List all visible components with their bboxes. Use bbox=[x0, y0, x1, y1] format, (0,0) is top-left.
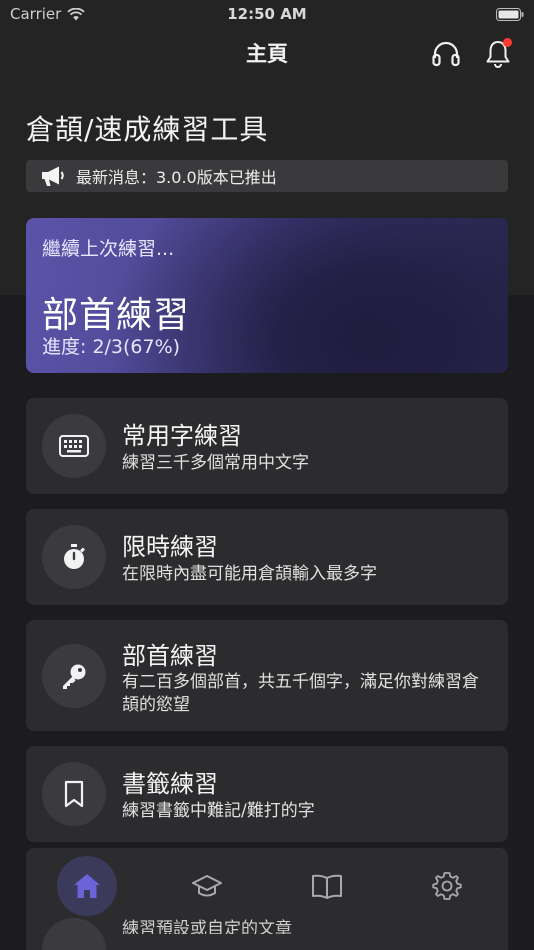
menu-item-bookmark-practice[interactable]: 書籤練習 練習書籤中難記/難打的字 bbox=[26, 746, 508, 842]
key-icon bbox=[63, 664, 86, 689]
menu-icon-circle bbox=[42, 644, 106, 708]
menu-icon-circle bbox=[42, 525, 106, 589]
battery-icon bbox=[496, 7, 524, 25]
menu-item-desc: 在限時內盡可能用倉頡輸入最多字 bbox=[122, 564, 377, 584]
megaphone-icon bbox=[42, 166, 64, 186]
tab-library[interactable] bbox=[297, 856, 357, 916]
menu-item-title: 常用字練習 bbox=[122, 422, 242, 450]
menu-item-common-characters[interactable]: 常用字練習 練習三千多個常用中文字 bbox=[26, 398, 508, 494]
menu-item-desc: 有二百多個部首，共五千個字，滿足你對練習倉頡的慾望 bbox=[122, 672, 479, 715]
notifications-button[interactable] bbox=[482, 38, 514, 70]
bookmark-icon bbox=[64, 780, 84, 808]
notification-badge bbox=[503, 38, 512, 47]
tab-settings[interactable] bbox=[417, 856, 477, 916]
menu-item-title: 書籤練習 bbox=[122, 770, 218, 798]
status-bar: Carrier 12:50 AM bbox=[0, 0, 534, 28]
continue-progress: 進度: 2/3(67%) bbox=[42, 336, 181, 358]
continue-title: 部首練習 bbox=[42, 295, 191, 336]
menu-item-desc: 練習三千多個常用中文字 bbox=[122, 453, 309, 473]
page-title: 倉頡/速成練習工具 bbox=[26, 113, 269, 146]
headphones-button[interactable] bbox=[430, 38, 462, 70]
tab-home[interactable] bbox=[57, 856, 117, 916]
menu-item-radical-practice[interactable]: 部首練習 有二百多個部首，共五千個字，滿足你對練習倉頡的慾望 bbox=[26, 620, 508, 731]
continue-practice-card[interactable]: 繼續上次練習... 部首練習 進度: 2/3(67%) bbox=[26, 218, 508, 373]
tab-learn[interactable] bbox=[177, 856, 237, 916]
book-icon bbox=[312, 874, 342, 899]
menu-item-title: 部首練習 bbox=[122, 642, 218, 670]
keyboard-icon bbox=[59, 435, 89, 457]
menu-icon-circle bbox=[42, 918, 106, 950]
tab-bar: 練習預設或自定的文章 bbox=[26, 848, 508, 950]
stopwatch-icon bbox=[64, 544, 85, 569]
home-icon bbox=[74, 874, 100, 898]
menu-icon-circle bbox=[42, 762, 106, 826]
menu-item-desc: 練習書籤中難記/難打的字 bbox=[122, 801, 315, 821]
menu-item-title: 限時練習 bbox=[122, 533, 218, 561]
continue-label: 繼續上次練習... bbox=[42, 238, 175, 260]
peek-item-desc: 練習預設或自定的文章 bbox=[122, 919, 292, 934]
menu-icon-circle bbox=[42, 414, 106, 478]
news-banner[interactable]: 最新消息：3.0.0版本已推出 bbox=[26, 160, 508, 192]
menu-item-timed-practice[interactable]: 限時練習 在限時內盡可能用倉頡輸入最多字 bbox=[26, 509, 508, 605]
gear-icon bbox=[432, 872, 462, 900]
status-time: 12:50 AM bbox=[227, 5, 307, 23]
headphones-icon bbox=[432, 41, 460, 67]
graduation-cap-icon bbox=[192, 875, 222, 897]
news-text: 最新消息：3.0.0版本已推出 bbox=[76, 168, 277, 187]
